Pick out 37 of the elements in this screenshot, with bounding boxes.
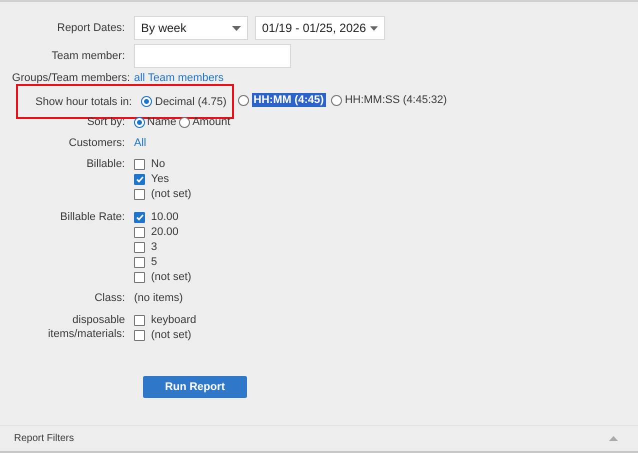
team-member-field[interactable]: [134, 44, 291, 68]
checkbox-option[interactable]: (not set): [134, 328, 196, 342]
radio-option[interactable]: Name: [134, 115, 176, 129]
date-range-dropdown[interactable]: 01/19 - 01/25, 2026: [255, 16, 385, 40]
radio-option[interactable]: HH:MM:SS (4:45:32): [330, 93, 447, 107]
class-value: (no items): [134, 291, 183, 305]
field-label: Class:: [94, 291, 125, 305]
checkbox-option[interactable]: 10.00: [134, 210, 192, 224]
radio-option[interactable]: Amount: [179, 115, 230, 129]
caret-icon: [232, 26, 241, 30]
field-label: Customers:: [68, 136, 125, 150]
team-members-link[interactable]: all Team members: [134, 71, 224, 85]
run-report-button[interactable]: Run Report: [143, 376, 247, 398]
field-label: Billable Rate:: [60, 210, 125, 224]
footer-title: Report Filters: [14, 433, 74, 444]
collapse-icon[interactable]: [609, 436, 618, 441]
checkbox-option[interactable]: 20.00: [134, 225, 192, 239]
checkbox-option[interactable]: 5: [134, 255, 192, 269]
check-icon: [136, 176, 144, 182]
customers-link[interactable]: All: [134, 136, 146, 150]
field-label: Report Dates:: [57, 21, 125, 36]
field-label: Groups/Team members:: [12, 71, 130, 85]
checkbox-option[interactable]: keyboard: [134, 313, 196, 327]
field-label: Sort by:: [87, 115, 125, 129]
check-icon: [136, 214, 144, 220]
caret-icon: [370, 26, 378, 30]
checkbox-option[interactable]: (not set): [134, 187, 192, 201]
field-label: Billable:: [86, 157, 125, 171]
checkbox-option[interactable]: (not set): [134, 270, 192, 284]
field-label: Show hour totals in:: [35, 94, 132, 108]
checkbox-option[interactable]: 3: [134, 240, 192, 254]
radio-option[interactable]: Decimal (4.75): [141, 94, 227, 108]
checkbox-option[interactable]: Yes: [134, 172, 192, 186]
field-label: Team member:: [52, 49, 125, 64]
checkbox-option[interactable]: No: [134, 157, 192, 171]
field-label: disposable items/materials:: [46, 313, 125, 341]
period-dropdown[interactable]: By week: [134, 16, 248, 40]
